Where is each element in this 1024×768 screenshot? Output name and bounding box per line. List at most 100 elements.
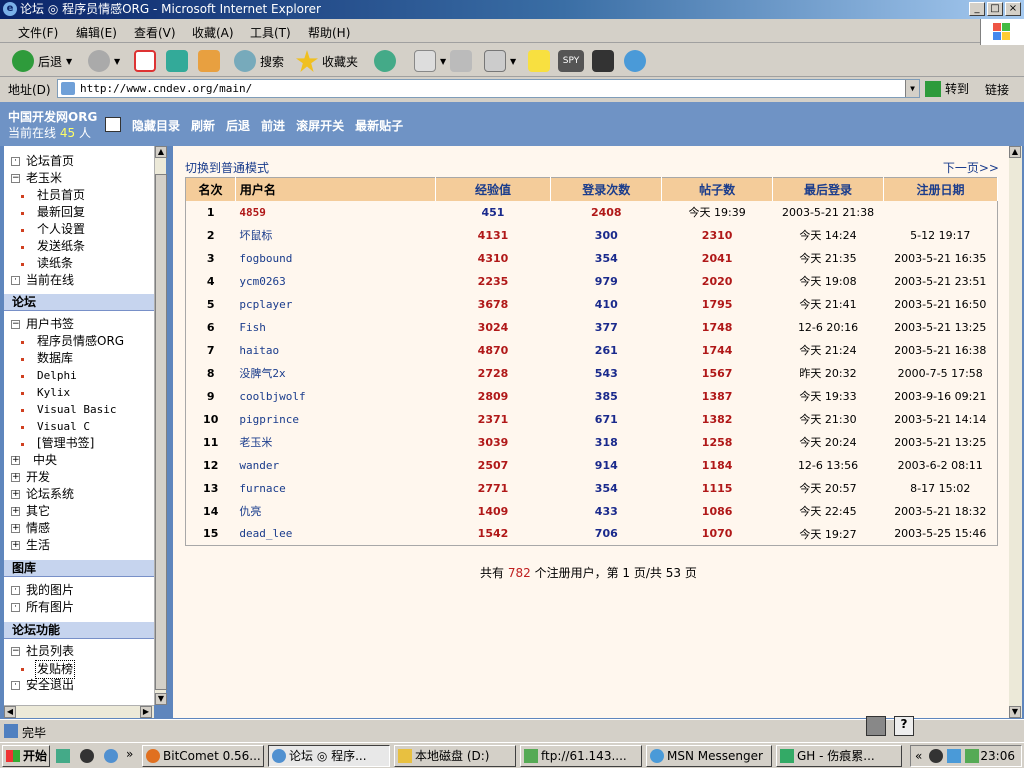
network-tray-icon[interactable] <box>947 749 961 763</box>
sidebar-item-bookmarks[interactable]: − 用户书签 <box>4 316 154 333</box>
sidebar-group[interactable]: + 论坛系统 <box>4 486 154 503</box>
nav-scroll-toggle[interactable]: 滚屏开关 <box>296 117 344 134</box>
quicklaunch-icon[interactable] <box>56 749 70 763</box>
cell-username[interactable]: 4859 <box>235 201 435 224</box>
menu-file[interactable]: 文件(F) <box>18 24 58 41</box>
nav-forward[interactable]: 前进 <box>261 117 285 134</box>
sidebar-item-member-list[interactable]: − 社员列表 <box>4 643 154 660</box>
main-vertical-scrollbar[interactable]: ▲ ▼ <box>1009 146 1022 718</box>
search-button[interactable]: 搜索 <box>234 49 284 73</box>
favorites-button[interactable]: 收藏夹 <box>296 49 358 73</box>
minimize-button[interactable]: _ <box>969 2 985 16</box>
sidebar-item-send-note[interactable]: 发送纸条 <box>4 238 154 255</box>
bookmark-item[interactable]: Visual C <box>4 418 154 435</box>
messenger-icon[interactable] <box>624 50 646 72</box>
sidebar-group[interactable]: + 情感 <box>4 520 154 537</box>
sidebar-item-all-images[interactable]: · 所有图片 <box>4 599 154 616</box>
cell-username[interactable]: coolbjwolf <box>235 385 435 408</box>
menu-tools[interactable]: 工具(T) <box>250 24 291 41</box>
task-ftp[interactable]: ftp://61.143.... <box>520 745 642 767</box>
qq-tray-icon[interactable] <box>929 749 943 763</box>
bookmark-item[interactable]: Kylix <box>4 384 154 401</box>
cell-username[interactable]: ycm0263 <box>235 270 435 293</box>
task-forum[interactable]: 论坛 ◎ 程序... <box>268 745 390 767</box>
bookmark-item[interactable]: Visual Basic <box>4 401 154 418</box>
cell-username[interactable]: furnace <box>235 477 435 500</box>
sidebar-item-online[interactable]: · 当前在线 <box>4 272 154 289</box>
cell-username[interactable]: dead_lee <box>235 523 435 546</box>
sidebar-group[interactable]: + 其它 <box>4 503 154 520</box>
start-button[interactable]: 开始 <box>2 745 50 767</box>
tool-icon[interactable] <box>592 50 614 72</box>
cell-username[interactable]: 没脾气2x <box>235 362 435 385</box>
sidebar-item-settings[interactable]: 个人设置 <box>4 221 154 238</box>
bookmark-item[interactable]: Delphi <box>4 367 154 384</box>
task-local-disk[interactable]: 本地磁盘 (D:) <box>394 745 516 767</box>
note-icon[interactable] <box>528 50 550 72</box>
close-button[interactable]: × <box>1005 2 1021 16</box>
home-icon[interactable] <box>198 50 220 72</box>
nav-refresh[interactable]: 刷新 <box>191 117 215 134</box>
refresh-icon[interactable] <box>166 50 188 72</box>
bookmark-item[interactable]: [管理书签] <box>4 435 154 452</box>
sidebar-item-my-images[interactable]: · 我的图片 <box>4 582 154 599</box>
qq-icon[interactable] <box>80 749 94 763</box>
stop-icon[interactable] <box>134 50 156 72</box>
task-bitcomet[interactable]: BitComet 0.56... <box>142 745 264 767</box>
col-logins[interactable]: 登录次数 <box>550 177 663 201</box>
tray-app-icon[interactable] <box>866 716 886 736</box>
sidebar-group[interactable]: + 开发 <box>4 469 154 486</box>
task-gh[interactable]: GH - 伤痕累... <box>776 745 902 767</box>
sidebar-item-member-home[interactable]: 社员首页 <box>4 187 154 204</box>
edit-icon[interactable] <box>484 50 506 72</box>
scroll-thumb[interactable] <box>155 174 167 690</box>
bookmark-item[interactable]: 程序员情感ORG <box>4 333 154 350</box>
mail-icon[interactable] <box>414 50 436 72</box>
sidebar-item-forum-home[interactable]: · 论坛首页 <box>4 153 154 170</box>
back-button[interactable]: 后退 ▼ <box>12 49 72 73</box>
col-register-date[interactable]: 注册日期 <box>883 177 998 201</box>
next-page-link[interactable]: 下一页>> <box>943 159 999 176</box>
address-input[interactable]: http://www.cndev.org/main/ ▼ <box>57 79 920 98</box>
msn-tray-icon[interactable] <box>965 749 979 763</box>
spy-icon[interactable]: SPY <box>558 50 584 72</box>
cell-username[interactable]: 坏鼠标 <box>235 224 435 247</box>
maximize-button[interactable]: □ <box>987 2 1003 16</box>
sidebar-vertical-scrollbar[interactable]: ▲ ▼ <box>154 146 167 705</box>
sidebar-item-latest-replies[interactable]: 最新回复 <box>4 204 154 221</box>
col-username[interactable]: 用户名 <box>235 177 436 201</box>
ie-icon[interactable] <box>104 749 118 763</box>
sidebar-item-post-ranking[interactable]: 发贴榜 <box>4 660 154 679</box>
cell-username[interactable]: fogbound <box>235 247 435 270</box>
cell-username[interactable]: wander <box>235 454 435 477</box>
cell-username[interactable]: 仇亮 <box>235 500 435 523</box>
cell-username[interactable]: pcplayer <box>235 293 435 316</box>
cell-username[interactable]: 老玉米 <box>235 431 435 454</box>
nav-latest-posts[interactable]: 最新贴子 <box>355 117 403 134</box>
task-msn[interactable]: MSN Messenger <box>646 745 772 767</box>
menu-help[interactable]: 帮助(H) <box>308 24 350 41</box>
col-rank[interactable]: 名次 <box>185 177 236 201</box>
sidebar-item-logout[interactable]: · 安全退出 <box>4 677 154 694</box>
print-icon[interactable] <box>450 50 472 72</box>
forward-button[interactable]: ▼ <box>88 49 120 73</box>
tray-expand-icon[interactable]: « <box>915 746 922 766</box>
more-icon[interactable]: » <box>126 747 133 761</box>
col-posts[interactable]: 帖子数 <box>661 177 774 201</box>
sidebar-group[interactable]: + 生活 <box>4 537 154 554</box>
links-button[interactable]: 链接 <box>985 81 1009 98</box>
nav-back[interactable]: 后退 <box>226 117 250 134</box>
address-dropdown-icon[interactable]: ▼ <box>905 80 919 97</box>
switch-mode-link[interactable]: 切换到普通模式 <box>185 159 269 176</box>
cell-username[interactable]: Fish <box>235 316 435 339</box>
menu-favorites[interactable]: 收藏(A) <box>192 24 234 41</box>
nav-hide-directory[interactable]: 隐藏目录 <box>132 117 180 134</box>
go-button[interactable]: 转到 <box>925 79 969 98</box>
menu-view[interactable]: 查看(V) <box>134 24 176 41</box>
sidebar-group[interactable]: + 中央 <box>4 452 154 469</box>
cell-username[interactable]: haitao <box>235 339 435 362</box>
history-icon[interactable] <box>374 50 396 72</box>
bookmark-item[interactable]: 数据库 <box>4 350 154 367</box>
sidebar-horizontal-scrollbar[interactable]: ◀ ▶ <box>4 705 154 718</box>
col-experience[interactable]: 经验值 <box>435 177 552 201</box>
